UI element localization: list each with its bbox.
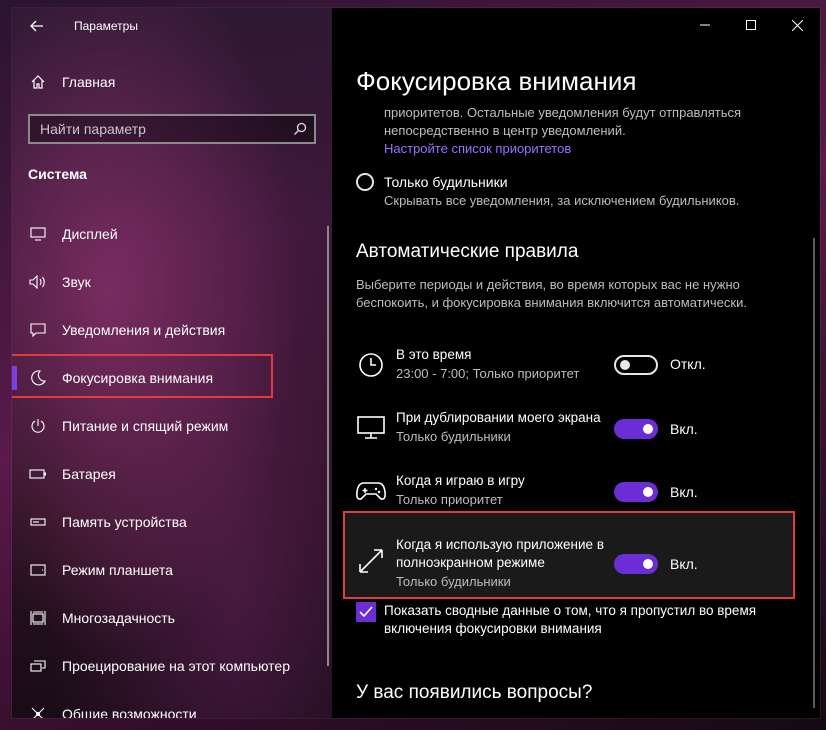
content-pane: Фокусировка внимания приоритетов. Осталь… xyxy=(332,8,820,718)
sidebar-scrollbar[interactable] xyxy=(327,226,329,666)
sidebar-item-label: Проецирование на этот компьютер xyxy=(62,658,290,674)
storage-icon xyxy=(28,512,48,532)
rule-subtitle: Только будильники xyxy=(396,429,511,444)
auto-rules-description: Выберите периоды и действия, во время ко… xyxy=(356,277,747,310)
rule-subtitle: Только будильники xyxy=(396,574,511,589)
back-arrow-icon xyxy=(30,20,43,32)
sidebar-item-label: Уведомления и действия xyxy=(62,322,226,338)
back-button[interactable] xyxy=(22,12,52,40)
sidebar-item-multitasking[interactable]: Многозадачность xyxy=(12,594,332,642)
rule-fullscreen-app[interactable]: Когда я использую приложение в полноэкра… xyxy=(356,536,796,592)
rule-duplicate-screen[interactable]: При дублировании моего экрана Только буд… xyxy=(356,409,796,459)
rule-schedule[interactable]: В это время 23:00 - 7:00; Только приорит… xyxy=(356,346,796,396)
sidebar-item-label: Многозадачность xyxy=(62,610,175,626)
monitor-icon xyxy=(356,413,386,443)
sidebar-item-notifications[interactable]: Уведомления и действия xyxy=(12,306,332,354)
titlebar-left: Параметры xyxy=(12,8,332,44)
rule-toggle[interactable] xyxy=(614,482,658,502)
toggle-knob xyxy=(643,487,653,497)
summary-checkbox[interactable] xyxy=(356,602,376,622)
minimize-icon xyxy=(700,24,710,26)
toggle-knob xyxy=(620,360,630,370)
sidebar-item-label: Дисплей xyxy=(62,226,118,242)
projection-icon xyxy=(28,656,48,676)
rule-toggle-state: Вкл. xyxy=(670,484,698,500)
minimize-button[interactable] xyxy=(682,8,728,42)
window-controls xyxy=(682,8,820,42)
rule-toggle-state: Вкл. xyxy=(670,421,698,437)
priority-description: приоритетов. Остальные уведомления будут… xyxy=(384,105,742,138)
display-icon xyxy=(28,224,48,244)
fullscreen-icon xyxy=(356,546,386,576)
rule-title: Когда я использую приложение в полноэкра… xyxy=(396,537,604,570)
questions-heading: У вас появились вопросы? xyxy=(356,682,593,703)
alarms-only-title: Только будильники xyxy=(384,174,508,190)
maximize-button[interactable] xyxy=(728,8,774,42)
sidebar-item-label: Память устройства xyxy=(62,514,187,530)
auto-rules-heading: Автоматические правила xyxy=(356,241,579,262)
rule-title: В это время xyxy=(396,347,472,362)
gamepad-icon xyxy=(356,476,386,506)
sidebar-item-sound[interactable]: Звук xyxy=(12,258,332,306)
home-icon xyxy=(28,74,48,90)
tablet-icon xyxy=(28,560,48,580)
battery-icon xyxy=(28,464,48,484)
alarms-only-description: Скрывать все уведомления, за исключением… xyxy=(384,193,740,208)
rule-subtitle: 23:00 - 7:00; Только приоритет xyxy=(396,366,580,381)
multitask-icon xyxy=(28,608,48,628)
sidebar-item-shared[interactable]: Общие возможности xyxy=(12,690,332,718)
rule-toggle-state: Вкл. xyxy=(670,556,698,572)
home-link[interactable]: Главная xyxy=(28,70,115,94)
clock-icon xyxy=(356,350,386,380)
shared-icon xyxy=(28,704,48,718)
sidebar: Параметры Главная Система Дисплей xyxy=(12,8,332,718)
sidebar-item-label: Питание и спящий режим xyxy=(62,418,229,434)
alarms-only-radio[interactable] xyxy=(356,173,374,191)
sidebar-item-battery[interactable]: Батарея xyxy=(12,450,332,498)
page-title: Фокусировка внимания xyxy=(356,66,637,96)
sidebar-item-storage[interactable]: Память устройства xyxy=(12,498,332,546)
sidebar-item-power[interactable]: Питание и спящий режим xyxy=(12,402,332,450)
sidebar-item-tablet[interactable]: Режим планшета xyxy=(12,546,332,594)
rule-title: При дублировании моего экрана xyxy=(396,410,601,425)
sidebar-item-display[interactable]: Дисплей xyxy=(12,210,332,258)
content-scrollbar[interactable] xyxy=(813,238,815,708)
summary-checkbox-label: Показать сводные данные о том, что я про… xyxy=(384,603,757,636)
rule-title: Когда я играю в игру xyxy=(396,473,525,488)
alarms-only-option[interactable]: Только будильники Скрывать все уведомлен… xyxy=(356,172,739,210)
search-input[interactable] xyxy=(30,120,286,138)
toggle-knob xyxy=(643,559,653,569)
sidebar-item-label: Общие возможности xyxy=(62,706,197,718)
sidebar-item-label: Звук xyxy=(62,274,91,290)
maximize-icon xyxy=(746,20,756,30)
home-label: Главная xyxy=(62,74,116,90)
notification-icon xyxy=(28,320,48,340)
search-icon[interactable] xyxy=(286,122,314,136)
sidebar-item-projection[interactable]: Проецирование на этот компьютер xyxy=(12,642,332,690)
section-title: Система xyxy=(28,166,87,182)
sidebar-nav: Дисплей Звук Уведомления и действия Фоку… xyxy=(12,210,332,718)
search-box[interactable] xyxy=(28,114,316,144)
rule-toggle[interactable] xyxy=(614,419,658,439)
summary-checkbox-row[interactable]: Показать сводные данные о том, что я про… xyxy=(356,602,796,638)
sidebar-item-label: Батарея xyxy=(62,466,116,482)
focus-item-highlight xyxy=(12,354,273,398)
toggle-knob xyxy=(643,424,653,434)
speaker-icon xyxy=(28,272,48,292)
close-button[interactable] xyxy=(774,8,820,42)
sidebar-item-label: Режим планшета xyxy=(62,562,173,578)
settings-window: Параметры Главная Система Дисплей xyxy=(12,8,820,718)
close-icon xyxy=(791,19,803,31)
alarms-only-text: Только будильники Скрывать все уведомлен… xyxy=(384,172,739,210)
rule-toggle-state: Откл. xyxy=(670,356,706,372)
rule-toggle[interactable] xyxy=(614,355,658,375)
app-title: Параметры xyxy=(74,19,138,33)
priority-list-link[interactable]: Настройте список приоритетов xyxy=(384,141,571,156)
rule-toggle[interactable] xyxy=(614,554,658,574)
power-icon xyxy=(28,416,48,436)
checkmark-icon xyxy=(359,606,373,618)
rule-subtitle: Только приоритет xyxy=(396,492,503,507)
